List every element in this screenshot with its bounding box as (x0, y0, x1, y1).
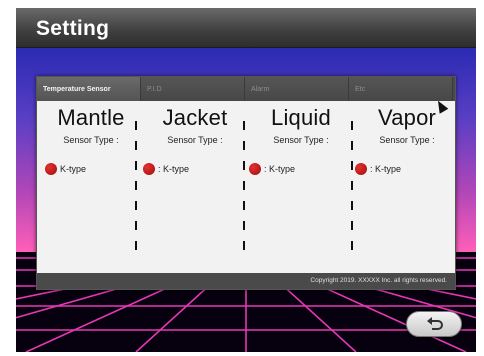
sensor-name: Jacket (162, 105, 228, 130)
sensor-type-value[interactable]: K-type (45, 163, 86, 175)
sensor-type-label: Sensor Type : (167, 135, 223, 145)
copyright-text: Copyright 2019. XXXXX Inc. all rights re… (310, 277, 447, 284)
settings-screen: Setting Temperature Sensor P.I.D Alarm E… (16, 8, 476, 352)
sensor-type-value[interactable]: : K-type (143, 163, 189, 175)
status-dot-icon (355, 163, 367, 175)
sensor-column-vapor: Vapor Sensor Type : : K-type (355, 105, 459, 265)
sensor-type-label: Sensor Type : (379, 135, 435, 145)
tab-pid[interactable]: P.I.D (141, 77, 245, 101)
sensor-type-value[interactable]: : K-type (355, 163, 401, 175)
status-dot-icon (249, 163, 261, 175)
back-button[interactable] (406, 311, 462, 337)
sensor-name: Mantle (57, 105, 125, 130)
sensor-type-label: Sensor Type : (63, 135, 119, 145)
sensor-type-text: : K-type (158, 164, 190, 174)
tab-etc[interactable]: Etc (349, 77, 453, 101)
tab-alarm[interactable]: Alarm (245, 77, 349, 101)
sensor-type-text: K-type (60, 164, 87, 174)
temperature-sensor-panel: Temperature Sensor P.I.D Alarm Etc Mantl… (36, 76, 456, 290)
sensor-type-value[interactable]: : K-type (249, 163, 295, 175)
column-divider (243, 121, 245, 253)
sensor-column-mantle: Mantle Sensor Type : K-type (39, 105, 143, 265)
return-arrow-icon (427, 317, 443, 330)
column-divider (351, 121, 353, 253)
panel-footer: Copyright 2019. XXXXX Inc. all rights re… (37, 273, 455, 289)
sensor-type-text: : K-type (264, 164, 296, 174)
status-dot-icon (143, 163, 155, 175)
column-divider (135, 121, 137, 253)
sensor-type-text: : K-type (370, 164, 402, 174)
sensor-column-liquid: Liquid Sensor Type : : K-type (249, 105, 353, 265)
tab-bar: Temperature Sensor P.I.D Alarm Etc (37, 77, 455, 101)
sensor-column-jacket: Jacket Sensor Type : : K-type (143, 105, 247, 265)
tab-temperature-sensor[interactable]: Temperature Sensor (37, 77, 141, 101)
status-dot-icon (45, 163, 57, 175)
sensor-name: Liquid (271, 105, 331, 130)
sensor-type-label: Sensor Type : (273, 135, 329, 145)
